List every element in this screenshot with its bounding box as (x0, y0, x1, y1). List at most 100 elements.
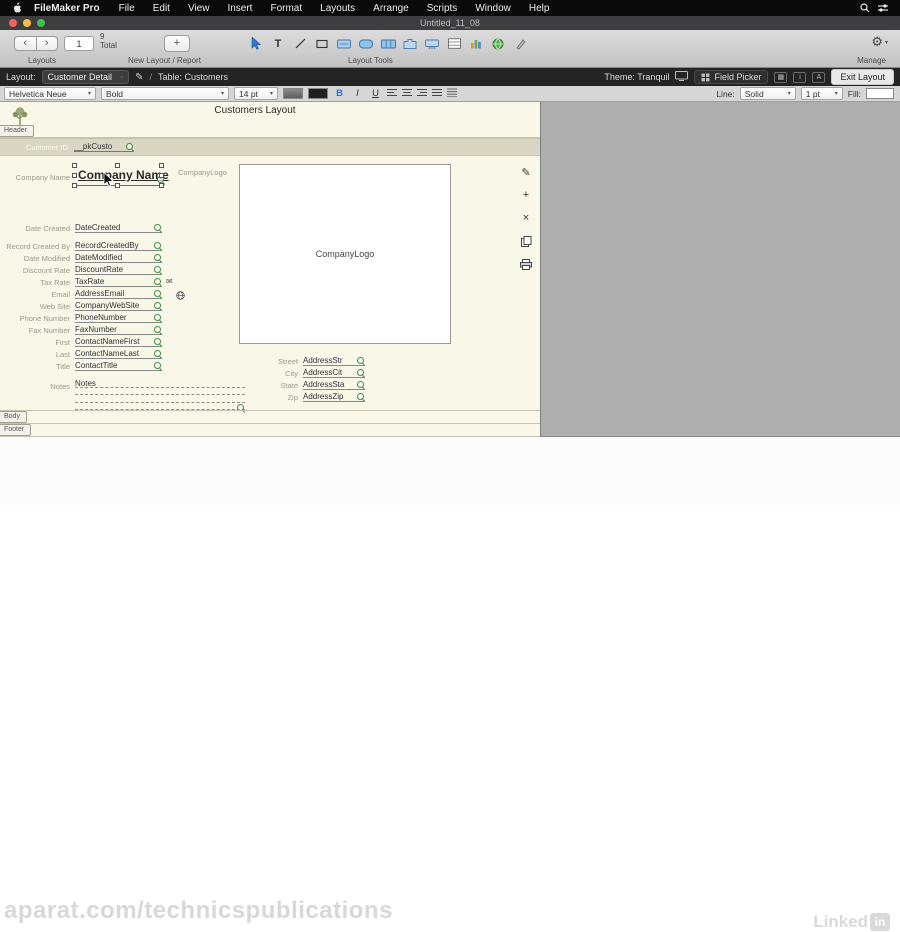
field-label: Tax Rate (40, 278, 70, 287)
line-spacing-button[interactable] (447, 88, 457, 99)
chevron-down-icon: ▾ (269, 91, 273, 97)
notes-field[interactable]: Notes (75, 380, 245, 411)
print-icon[interactable] (519, 257, 533, 271)
menu-scripts[interactable]: Scripts (418, 3, 467, 14)
date-created-field[interactable]: DateCreated (75, 222, 162, 233)
menu-help[interactable]: Help (520, 3, 559, 14)
line-style-select[interactable]: Solid ▾ (739, 87, 796, 100)
selection-handle[interactable] (159, 183, 164, 188)
manage-menu-button[interactable]: ⚙ ▾ (871, 34, 888, 50)
edit-pencil-icon[interactable]: ✎ (519, 165, 533, 179)
align-right-button[interactable] (417, 88, 427, 99)
menu-layouts[interactable]: Layouts (311, 3, 364, 14)
underline-button[interactable]: U (369, 88, 382, 99)
address-city-field[interactable]: AddressCit (303, 367, 365, 378)
portal-tool-icon[interactable] (446, 36, 462, 51)
field-tool-icon[interactable] (336, 36, 352, 51)
edit-layout-pencil-icon[interactable]: ✎ (135, 72, 143, 83)
info-icon[interactable]: i (793, 71, 807, 83)
company-logo-container-field[interactable]: CompanyLogo (239, 164, 451, 344)
company-web-site-field[interactable]: CompanyWebSite (75, 300, 162, 311)
layout-title-text[interactable]: Customers Layout (160, 105, 350, 116)
menu-format[interactable]: Format (261, 3, 311, 14)
layout-select[interactable]: Customer Detail ▾ (41, 70, 130, 84)
contact-name-last-field[interactable]: ContactNameLast (75, 348, 162, 359)
selection-handle[interactable] (72, 183, 77, 188)
align-left-button[interactable] (387, 88, 397, 99)
line-weight-select[interactable]: 1 pt ▾ (800, 87, 843, 100)
tab-control-tool-icon[interactable] (402, 36, 418, 51)
app-name[interactable]: FileMaker Pro (26, 3, 110, 14)
header-part-tab[interactable]: Header (0, 125, 34, 137)
footer-part-tab[interactable]: Footer (0, 424, 32, 436)
web-viewer-tool-icon[interactable] (490, 36, 506, 51)
address-zip-field[interactable]: AddressZip (303, 391, 365, 402)
dynamic-text-icon[interactable]: A (812, 71, 826, 83)
text-tool-icon[interactable]: T (270, 36, 286, 51)
layout-canvas[interactable]: Customers Layout Header Customer ID __pk… (0, 102, 541, 437)
selection-handle[interactable] (72, 163, 77, 168)
address-street-field[interactable]: AddressStr (303, 355, 365, 366)
font-size-select[interactable]: 14 pt ▾ (234, 87, 278, 100)
line-tool-icon[interactable] (292, 36, 308, 51)
font-select[interactable]: Helvetica Neue ▾ (4, 87, 96, 100)
apple-menu[interactable] (8, 2, 26, 14)
menu-view[interactable]: View (179, 3, 219, 14)
company-name-field-selected[interactable]: Company Name (72, 163, 169, 188)
selection-handle[interactable] (115, 183, 120, 188)
contact-name-first-field[interactable]: ContactNameFirst (75, 336, 162, 347)
date-modified-field[interactable]: DateModified (75, 252, 162, 263)
selection-handle[interactable] (115, 163, 120, 168)
body-part-tab[interactable]: Body (0, 411, 27, 423)
contact-title-field[interactable]: ContactTitle (75, 360, 162, 371)
exit-layout-button[interactable]: Exit Layout (831, 69, 894, 85)
tax-rate-field[interactable]: TaxRate (75, 276, 162, 287)
highlight-color-swatch[interactable] (308, 88, 328, 99)
delete-record-icon[interactable]: × (519, 211, 533, 225)
fax-number-field[interactable]: FaxNumber (75, 324, 162, 335)
customer-id-field[interactable]: __pkCusto (74, 139, 134, 152)
slide-control-tool-icon[interactable] (424, 36, 440, 51)
selection-handle[interactable] (159, 163, 164, 168)
menu-window[interactable]: Window (466, 3, 520, 14)
field-label: Date Created (25, 224, 70, 233)
address-state-field[interactable]: AddressSta (303, 379, 365, 390)
spotlight-search-icon[interactable] (856, 3, 874, 13)
text-color-swatch[interactable] (283, 88, 303, 99)
font-style-select[interactable]: Bold ▾ (101, 87, 229, 100)
rectangle-tool-icon[interactable] (314, 36, 330, 51)
discount-rate-field[interactable]: DiscountRate (75, 264, 162, 275)
field-row: Date Created DateCreated (0, 222, 250, 233)
guides-icon[interactable]: ▦ (774, 71, 788, 83)
button-tool-icon[interactable] (358, 36, 374, 51)
italic-button[interactable]: I (351, 88, 364, 99)
menu-edit[interactable]: Edit (144, 3, 179, 14)
button-bar-tool-icon[interactable] (380, 36, 396, 51)
selection-handle[interactable] (72, 173, 77, 178)
phone-number-field[interactable]: PhoneNumber (75, 312, 162, 323)
layout-number-field[interactable]: 1 (64, 36, 94, 51)
selection-handle[interactable] (159, 173, 164, 178)
bold-button[interactable]: B (333, 88, 346, 99)
align-justify-button[interactable] (432, 88, 442, 99)
back-button[interactable]: ‹ (15, 37, 36, 50)
address-email-field[interactable]: AddressEmail (75, 288, 162, 299)
fill-color-swatch[interactable] (866, 88, 894, 99)
status-toolbar: ‹ › 1 9 Total Layouts + New Layout / Rep… (0, 30, 900, 68)
field-picker-button[interactable]: Field Picker (694, 70, 769, 84)
screen-stencil-icon[interactable] (675, 71, 689, 83)
duplicate-record-icon[interactable] (519, 234, 533, 248)
control-center-icon[interactable] (874, 3, 892, 13)
menu-insert[interactable]: Insert (218, 3, 261, 14)
chart-tool-icon[interactable] (468, 36, 484, 51)
new-layout-button[interactable]: + (164, 35, 190, 52)
menu-file[interactable]: File (110, 3, 144, 14)
layout-total: 9 Total (100, 32, 117, 50)
align-center-button[interactable] (402, 88, 412, 99)
forward-button[interactable]: › (37, 37, 58, 50)
format-painter-tool-icon[interactable] (512, 36, 528, 51)
add-record-icon[interactable]: + (519, 188, 533, 202)
select-tool-icon[interactable] (248, 36, 264, 51)
record-created-by-field[interactable]: RecordCreatedBy (75, 240, 162, 251)
menu-arrange[interactable]: Arrange (364, 3, 418, 14)
